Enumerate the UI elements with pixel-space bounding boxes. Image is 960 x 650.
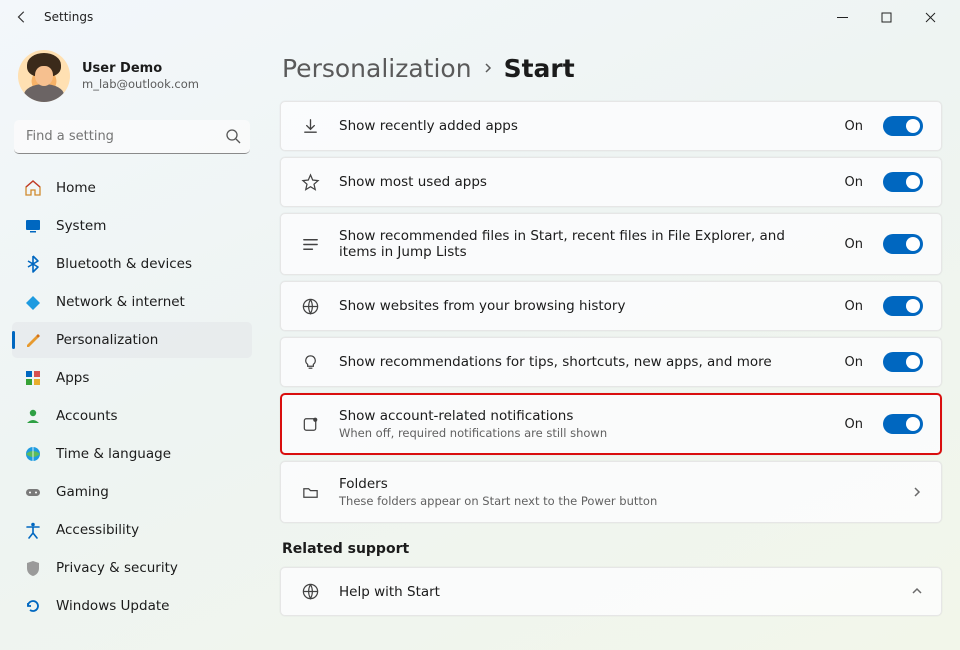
chevron-right-icon [482,59,494,78]
nav-network[interactable]: Network & internet [12,284,252,320]
setting-most-used: Show most used apps On [280,157,942,207]
toggle-websites[interactable] [883,296,923,316]
toggle-state: On [845,175,863,190]
minimize-button[interactable] [820,2,864,32]
toggle-most-used[interactable] [883,172,923,192]
nav-system[interactable]: System [12,208,252,244]
time-icon [24,445,42,463]
close-button[interactable] [908,2,952,32]
toggle-account-notifications[interactable] [883,414,923,434]
setting-label: Folders [339,476,893,492]
setting-recently-added: Show recently added apps On [280,101,942,151]
chevron-up-icon [911,582,923,601]
setting-account-notifications: Show account-related notifications When … [280,393,942,455]
nav-label: Accounts [56,408,118,424]
setting-label: Show recommended files in Start, recent … [339,228,827,260]
apps-icon [24,369,42,387]
maximize-button[interactable] [864,2,908,32]
nav-label: Home [56,180,96,196]
toggle-tips[interactable] [883,352,923,372]
download-icon [299,117,321,136]
help-with-start[interactable]: Help with Start [280,567,942,616]
home-icon [24,179,42,197]
setting-websites: Show websites from your browsing history… [280,281,942,331]
setting-tips: Show recommendations for tips, shortcuts… [280,337,942,387]
nav-label: Bluetooth & devices [56,256,192,272]
nav-apps[interactable]: Apps [12,360,252,396]
update-icon [24,597,42,615]
nav-label: Apps [56,370,89,386]
nav-accounts[interactable]: Accounts [12,398,252,434]
gaming-icon [24,483,42,501]
setting-label: Show websites from your browsing history [339,298,827,314]
user-card[interactable]: User Demo m_lab@outlook.com [12,42,252,120]
nav-gaming[interactable]: Gaming [12,474,252,510]
nav-personalization[interactable]: Personalization [12,322,252,358]
toggle-state: On [845,119,863,134]
privacy-icon [24,559,42,577]
system-icon [24,217,42,235]
list-icon [299,235,321,254]
folder-icon [299,483,321,502]
nav-label: Privacy & security [56,560,178,576]
nav-accessibility[interactable]: Accessibility [12,512,252,548]
nav-home[interactable]: Home [12,170,252,206]
star-icon [299,173,321,192]
setting-sublabel: These folders appear on Start next to th… [339,494,893,508]
main-panel: Personalization Start Show recently adde… [262,34,960,650]
window-title: Settings [44,10,93,24]
nav-label: Windows Update [56,598,169,614]
setting-sublabel: When off, required notifications are sti… [339,426,827,440]
nav-label: Time & language [56,446,171,462]
breadcrumb-parent[interactable]: Personalization [282,54,472,83]
setting-label: Show recently added apps [339,118,827,134]
user-email: m_lab@outlook.com [82,77,199,91]
breadcrumb-current: Start [504,54,575,83]
toggle-state: On [845,355,863,370]
nav: Home System Bluetooth & devices Network … [12,170,252,624]
toggle-recommended-files[interactable] [883,234,923,254]
nav-label: Personalization [56,332,158,348]
setting-recommended-files: Show recommended files in Start, recent … [280,213,942,275]
search-container [14,120,250,154]
nav-label: System [56,218,106,234]
toggle-state: On [845,417,863,432]
nav-label: Accessibility [56,522,139,538]
personalization-icon [24,331,42,349]
nav-label: Gaming [56,484,109,500]
setting-label: Show account-related notifications [339,408,827,424]
user-name: User Demo [82,61,199,77]
setting-folders[interactable]: Folders These folders appear on Start ne… [280,461,942,523]
back-button[interactable] [8,3,36,31]
globe-icon [299,297,321,316]
setting-label: Show most used apps [339,174,827,190]
chevron-right-icon [911,483,923,502]
accounts-icon [24,407,42,425]
sidebar: User Demo m_lab@outlook.com Home System … [0,34,262,650]
nav-privacy[interactable]: Privacy & security [12,550,252,586]
accessibility-icon [24,521,42,539]
bluetooth-icon [24,255,42,273]
avatar [18,50,70,102]
nav-update[interactable]: Windows Update [12,588,252,624]
nav-bluetooth[interactable]: Bluetooth & devices [12,246,252,282]
nav-time[interactable]: Time & language [12,436,252,472]
search-icon [225,128,241,148]
setting-label: Show recommendations for tips, shortcuts… [339,354,827,370]
nav-label: Network & internet [56,294,185,310]
toggle-recently-added[interactable] [883,116,923,136]
related-support-heading: Related support [282,541,942,557]
toggle-state: On [845,299,863,314]
breadcrumb: Personalization Start [282,54,942,83]
lightbulb-icon [299,353,321,372]
setting-label: Help with Start [339,584,893,600]
titlebar: Settings [0,0,960,34]
network-icon [24,293,42,311]
toggle-state: On [845,237,863,252]
search-input[interactable] [14,120,250,154]
globe-icon [299,582,321,601]
notification-icon [299,415,321,434]
